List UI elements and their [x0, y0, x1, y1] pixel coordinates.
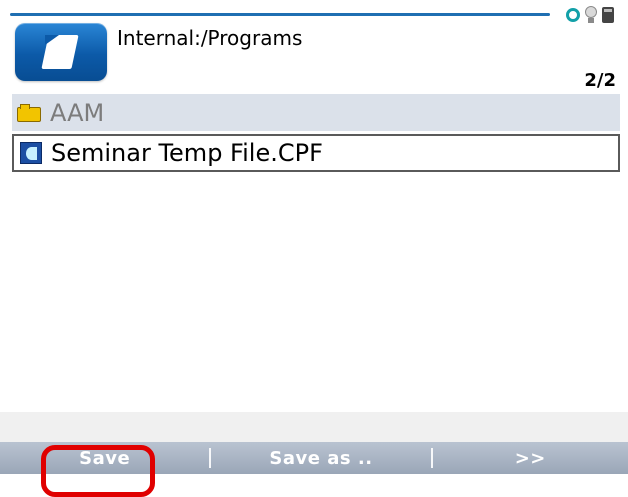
calculator-icon: [602, 7, 614, 23]
save-highlight-ring: [41, 445, 155, 497]
cpf-file-icon: [20, 142, 42, 164]
more-button-label: >>: [514, 447, 546, 469]
status-icons: [566, 6, 614, 24]
list-item-file-seminar[interactable]: Seminar Temp File.CPF: [12, 134, 620, 172]
more-button[interactable]: >>: [433, 442, 628, 474]
save-as-button[interactable]: Save as ..: [211, 442, 430, 474]
item-counter: 2/2: [584, 70, 616, 91]
current-path: Internal:/Programs: [117, 26, 303, 50]
list-item-label: AAM: [50, 98, 105, 127]
list-item-label: Seminar Temp File.CPF: [51, 139, 323, 167]
connection-ring-icon: [566, 8, 580, 22]
list-item-folder-aam[interactable]: AAM: [12, 94, 620, 131]
folder-icon: [17, 103, 41, 122]
softkey-shadow-strip: [0, 412, 628, 442]
bulb-icon: [584, 6, 598, 24]
save-as-button-label: Save as ..: [269, 447, 373, 469]
file-list: AAM Seminar Temp File.CPF: [12, 94, 620, 172]
file-browser-app-icon: [15, 23, 107, 81]
header-accent-line: [10, 13, 550, 16]
